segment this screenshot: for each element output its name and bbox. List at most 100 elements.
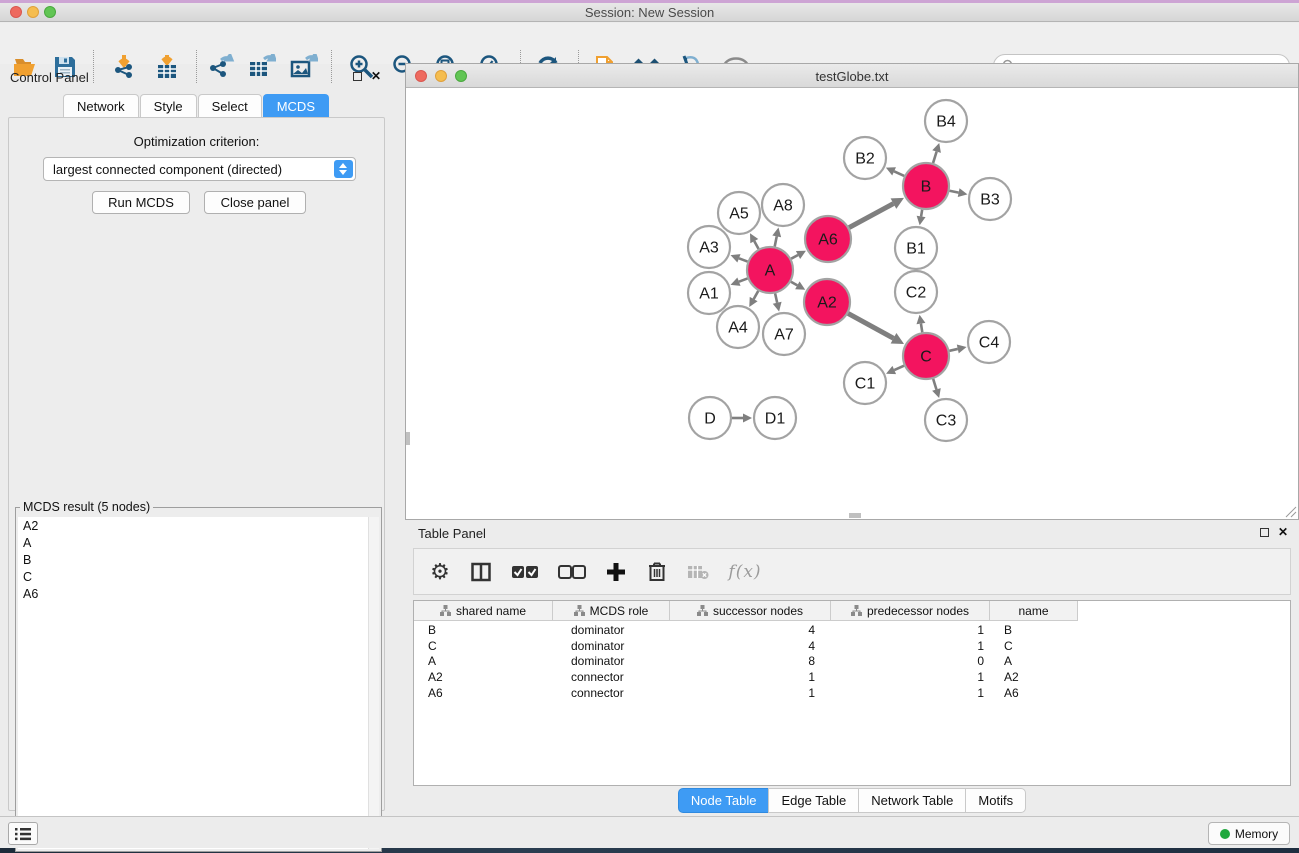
graph-edge-C-C4[interactable]: [949, 349, 957, 351]
status-bar: Memory: [0, 816, 1299, 848]
table-cell: 1: [670, 686, 831, 700]
tab-edge-table[interactable]: Edge Table: [768, 788, 859, 813]
table-cell: 8: [670, 654, 831, 668]
criterion-select[interactable]: largest connected component (directed): [43, 157, 356, 181]
graph-node-label-A1: A1: [699, 286, 719, 303]
graph-node-label-A3: A3: [699, 240, 719, 257]
graph-edge-C-C2[interactable]: [921, 324, 922, 333]
graph-edge-arrowhead: [957, 345, 967, 354]
graph-edge-A-A1[interactable]: [739, 278, 748, 281]
graph-edge-arrowhead: [932, 388, 941, 398]
graph-node-label-B1: B1: [906, 241, 926, 258]
delete-table-icon: [686, 560, 710, 584]
graph-node-label-C2: C2: [906, 285, 927, 302]
graph-edge-A-A7[interactable]: [775, 293, 777, 302]
network-resize-grip[interactable]: [1284, 505, 1297, 518]
graph-node-label-B: B: [921, 179, 932, 196]
network-window-titlebar[interactable]: testGlobe.txt: [406, 64, 1298, 88]
table-row-A[interactable]: Adominator80A: [414, 654, 1290, 670]
close-panel-icon[interactable]: ✕: [1278, 528, 1288, 537]
mcds-result-scrollbar[interactable]: [368, 517, 379, 849]
graph-edge-A-A8[interactable]: [775, 236, 777, 246]
column-header-label: MCDS role: [590, 604, 649, 618]
table-cell: 1: [670, 670, 831, 684]
graph-edge-B-B1[interactable]: [921, 210, 922, 217]
graph-node-label-D1: D1: [765, 411, 786, 428]
tab-network-table[interactable]: Network Table: [858, 788, 966, 813]
column-header-name[interactable]: name: [990, 601, 1078, 621]
table-cell: 1: [831, 686, 990, 700]
table-panel-title: Table Panel: [418, 526, 486, 541]
column-header-successor-nodes[interactable]: successor nodes: [670, 601, 831, 621]
table-row-C[interactable]: Cdominator41C: [414, 638, 1290, 654]
graph-node-label-C: C: [920, 349, 932, 366]
table-row-B[interactable]: Bdominator41B: [414, 622, 1290, 638]
tab-style[interactable]: Style: [140, 94, 197, 118]
tab-mcds[interactable]: MCDS: [263, 94, 329, 118]
graph-node-label-C4: C4: [979, 335, 1000, 352]
graph-edge-B-B4[interactable]: [933, 152, 937, 163]
graph-edge-A6-B[interactable]: [849, 204, 893, 228]
table-cell: 4: [670, 639, 831, 653]
memory-button[interactable]: Memory: [1208, 822, 1290, 845]
table-row-A6[interactable]: A6connector11A6: [414, 685, 1290, 701]
column-header-shared-name[interactable]: shared name: [414, 601, 553, 621]
select-stepper-icon: [334, 160, 353, 178]
mcds-result-item[interactable]: B: [18, 551, 368, 568]
list-icon: [14, 827, 32, 841]
tab-network[interactable]: Network: [63, 94, 139, 118]
graph-edge-A-A6[interactable]: [791, 255, 798, 259]
float-panel-icon[interactable]: [1260, 528, 1269, 537]
node-table[interactable]: shared name MCDS role successor nodesprede…: [413, 600, 1291, 786]
graph-node-label-A6: A6: [818, 232, 838, 249]
desktop-background: Session: New Session: [0, 0, 1299, 853]
run-mcds-button[interactable]: Run MCDS: [92, 191, 190, 214]
control-panel-tabs: NetworkStyleSelectMCDS: [8, 94, 385, 118]
mcds-result-item[interactable]: A: [18, 534, 368, 551]
task-history-button[interactable]: [8, 822, 38, 845]
graph-node-label-C1: C1: [855, 376, 876, 393]
table-panel-window-buttons: ✕: [1260, 528, 1288, 537]
control-panel: Control Panel ✕ NetworkStyleSelectMCDS O…: [8, 66, 385, 814]
show-columns-icon[interactable]: [469, 560, 493, 584]
tab-motifs[interactable]: Motifs: [965, 788, 1026, 813]
table-cell: A: [990, 654, 1078, 668]
table-cell: C: [414, 639, 553, 653]
mcds-result-item[interactable]: A6: [18, 585, 368, 602]
close-panel-icon[interactable]: ✕: [371, 72, 381, 81]
table-body: Bdominator41BCdominator41CAdominator80AA…: [414, 622, 1290, 701]
table-cell: dominator: [553, 654, 670, 668]
graph-edge-A-A5[interactable]: [754, 241, 758, 249]
network-hscroll-thumb[interactable]: [849, 513, 861, 518]
graph-edge-B-B2[interactable]: [894, 171, 904, 176]
column-type-icon: [574, 605, 585, 616]
close-panel-button[interactable]: Close panel: [204, 191, 306, 214]
table-cell: A: [414, 654, 553, 668]
graph-edge-A2-C[interactable]: [848, 313, 893, 338]
network-vscroll-thumb[interactable]: [406, 432, 410, 445]
graph-edge-A-A2[interactable]: [791, 282, 797, 286]
float-panel-icon[interactable]: [353, 72, 362, 81]
graph-edge-B-B3[interactable]: [950, 191, 959, 193]
mcds-result-list[interactable]: A2ABCA6: [18, 517, 368, 849]
graph-node-label-A7: A7: [774, 327, 794, 344]
deselect-all-rows-icon[interactable]: [557, 560, 587, 584]
network-canvas[interactable]: AA1A2A3A4A5A6A7A8BB1B2B3B4CC1C2C3C4DD1: [406, 88, 1298, 519]
mcds-result-item[interactable]: A2: [18, 517, 368, 534]
graph-edge-C-C3[interactable]: [933, 379, 936, 390]
column-header-predecessor-nodes[interactable]: predecessor nodes: [831, 601, 990, 621]
mcds-result-group: MCDS result (5 nodes) A2ABCA6: [15, 507, 382, 852]
column-header-MCDS-role[interactable]: MCDS role: [553, 601, 670, 621]
tab-node-table[interactable]: Node Table: [678, 788, 770, 813]
tab-select[interactable]: Select: [198, 94, 262, 118]
graph-edge-A-A4[interactable]: [754, 291, 759, 299]
table-settings-gear-icon[interactable]: ⚙: [428, 560, 452, 584]
create-column-icon[interactable]: [604, 560, 628, 584]
mcds-result-item[interactable]: C: [18, 568, 368, 585]
delete-column-icon[interactable]: [645, 560, 669, 584]
graph-edge-C-C1[interactable]: [894, 366, 904, 370]
graph-edge-A-A3[interactable]: [739, 258, 748, 261]
table-row-A2[interactable]: A2connector11A2: [414, 669, 1290, 685]
graph-edge-arrowhead: [773, 302, 782, 312]
select-all-rows-icon[interactable]: [510, 560, 540, 584]
